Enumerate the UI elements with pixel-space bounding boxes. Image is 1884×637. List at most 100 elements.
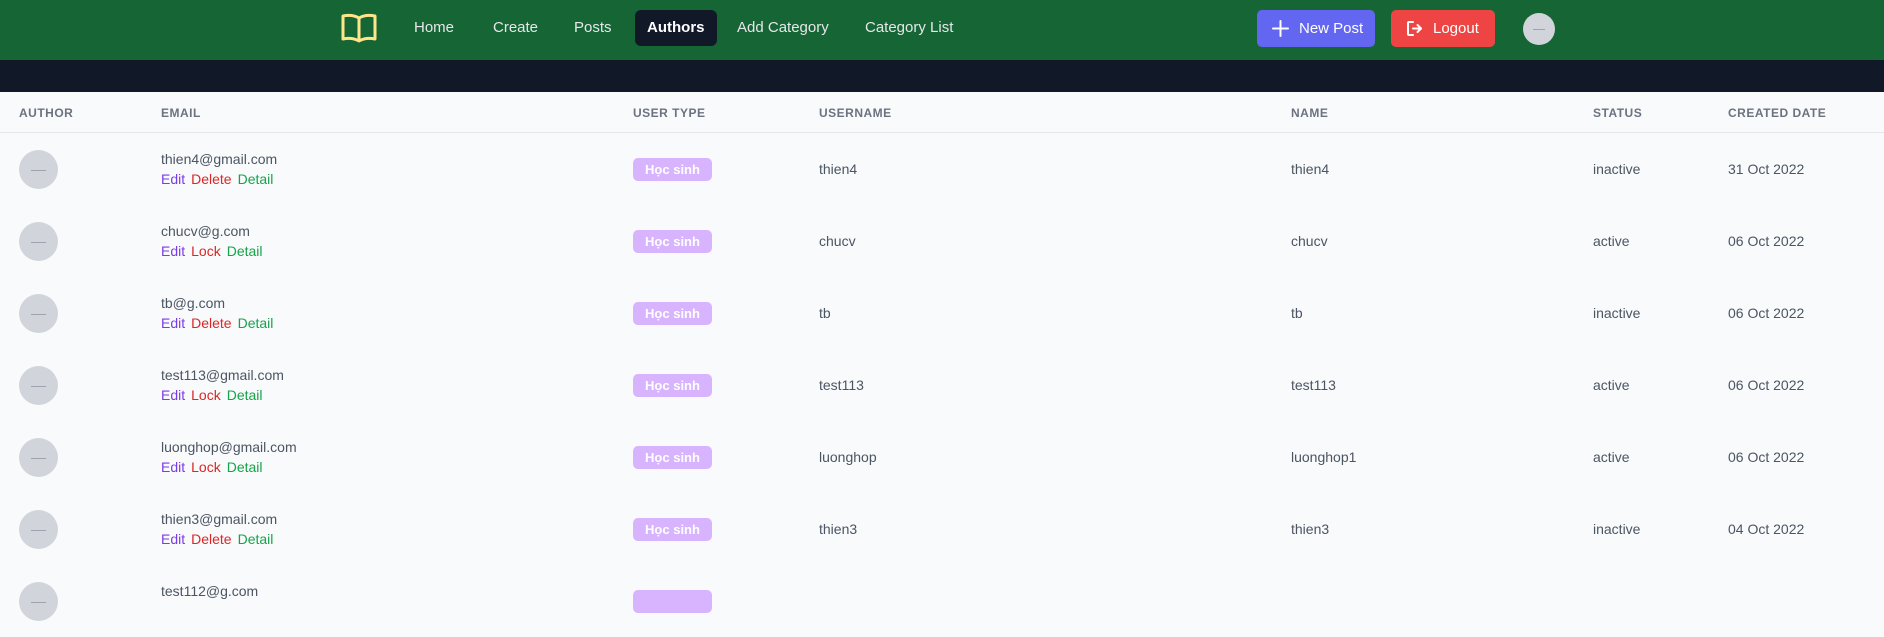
logout-button[interactable]: Logout: [1391, 10, 1495, 47]
edit-link[interactable]: Edit: [161, 531, 185, 547]
cell-name: thien3: [1291, 521, 1330, 537]
cell-created: 04 Oct 2022: [1728, 521, 1805, 537]
cell-status: active: [1593, 377, 1630, 393]
user-type-badge: Học sinh: [633, 518, 712, 541]
top-navbar: Home Create Posts Authors Add Category C…: [0, 0, 1884, 60]
author-email: test113@gmail.com: [161, 367, 284, 383]
edit-link[interactable]: Edit: [161, 459, 185, 475]
detail-link[interactable]: Detail: [238, 171, 274, 187]
table-row: luonghop@gmail.com Edit Lock Detail Học sinh…: [0, 421, 1884, 493]
author-avatar: [19, 366, 58, 405]
detail-link[interactable]: Detail: [227, 459, 263, 475]
cell-name: tb: [1291, 305, 1303, 321]
new-post-label: New Post: [1299, 20, 1364, 37]
cell-username: luonghop: [819, 449, 877, 465]
author-email: thien4@gmail.com: [161, 151, 278, 167]
nav-link-authors[interactable]: Authors: [635, 10, 717, 46]
author-avatar: [19, 294, 58, 333]
user-type-badge: Học sinh: [633, 374, 712, 397]
cell-name: luonghop1: [1291, 449, 1357, 465]
user-type-badge: Học sinh: [633, 158, 712, 181]
author-email: luonghop@gmail.com: [161, 439, 297, 455]
user-type-badge: Học sinh: [633, 230, 712, 253]
authors-table-body: thien4@gmail.com Edit Delete Detail Học sinh…: [0, 133, 1884, 637]
nav-link-home[interactable]: Home: [402, 10, 466, 46]
table-row: test112@g.com: [0, 565, 1884, 637]
author-avatar: [19, 510, 58, 549]
cell-username: tb: [819, 305, 831, 321]
table-header: AUTHOR EMAIL USER TYPE USERNAME NAME STA…: [0, 92, 1884, 133]
column-header-status: STATUS: [1593, 106, 1643, 120]
column-header-author: AUTHOR: [19, 106, 74, 120]
author-avatar: [19, 438, 58, 477]
row-actions: Edit Delete Detail: [161, 315, 279, 331]
column-header-username: USERNAME: [819, 106, 892, 120]
edit-link[interactable]: Edit: [161, 387, 185, 403]
column-header-email: EMAIL: [161, 106, 201, 120]
cell-name: chucv: [1291, 233, 1328, 249]
cell-name: test113: [1291, 377, 1336, 393]
user-type-badge: Học sinh: [633, 302, 712, 325]
lock-link[interactable]: Lock: [191, 459, 221, 475]
cell-status: active: [1593, 449, 1630, 465]
cell-status: inactive: [1593, 521, 1641, 537]
table-row: thien4@gmail.com Edit Delete Detail Học sinh…: [0, 133, 1884, 205]
author-email: tb@g.com: [161, 295, 226, 311]
edit-link[interactable]: Edit: [161, 315, 185, 331]
table-row: test113@gmail.com Edit Lock Detail Học sinh t…: [0, 349, 1884, 421]
cell-created: 06 Oct 2022: [1728, 305, 1805, 321]
author-avatar: [19, 582, 58, 621]
cell-name: thien4: [1291, 161, 1330, 177]
cell-created: 06 Oct 2022: [1728, 449, 1805, 465]
nav-link-create[interactable]: Create: [481, 10, 550, 46]
delete-link[interactable]: Delete: [191, 315, 231, 331]
table-row: thien3@gmail.com Edit Delete Detail Học sinh…: [0, 493, 1884, 565]
nav-link-posts[interactable]: Posts: [562, 10, 624, 46]
cell-username: chucv: [819, 233, 856, 249]
page-header-band: [0, 60, 1884, 92]
plus-icon: [1272, 20, 1289, 37]
lock-link[interactable]: Lock: [191, 387, 221, 403]
row-actions: Edit Lock Detail: [161, 387, 269, 403]
column-header-user-type: USER TYPE: [633, 106, 706, 120]
user-type-badge: Học sinh: [633, 446, 712, 469]
edit-link[interactable]: Edit: [161, 243, 185, 259]
author-email: test112@g.com: [161, 583, 259, 599]
detail-link[interactable]: Detail: [227, 387, 263, 403]
cell-username: thien3: [819, 521, 858, 537]
table-row: chucv@g.com Edit Lock Detail Học sinh chucv ch…: [0, 205, 1884, 277]
new-post-button[interactable]: New Post: [1257, 10, 1375, 47]
delete-link[interactable]: Delete: [191, 171, 231, 187]
user-type-badge: [633, 590, 712, 613]
cell-status: active: [1593, 233, 1630, 249]
cell-created: 06 Oct 2022: [1728, 233, 1805, 249]
row-actions: Edit Delete Detail: [161, 531, 279, 547]
open-book-icon[interactable]: [340, 12, 378, 44]
column-header-created-date: CREATED DATE: [1728, 106, 1827, 120]
author-avatar: [19, 150, 58, 189]
cell-username: test113: [819, 377, 864, 393]
cell-status: inactive: [1593, 305, 1641, 321]
table-row: tb@g.com Edit Delete Detail Học sinh tb tb inac…: [0, 277, 1884, 349]
row-actions: Edit Delete Detail: [161, 171, 279, 187]
nav-link-category-list[interactable]: Category List: [853, 10, 965, 46]
logout-label: Logout: [1433, 20, 1479, 37]
author-avatar: [19, 222, 58, 261]
column-header-name: NAME: [1291, 106, 1329, 120]
delete-link[interactable]: Delete: [191, 531, 231, 547]
cell-username: thien4: [819, 161, 858, 177]
detail-link[interactable]: Detail: [238, 315, 274, 331]
author-email: thien3@gmail.com: [161, 511, 278, 527]
user-avatar[interactable]: [1523, 13, 1555, 45]
cell-created: 31 Oct 2022: [1728, 161, 1805, 177]
edit-link[interactable]: Edit: [161, 171, 185, 187]
cell-created: 06 Oct 2022: [1728, 377, 1805, 393]
cell-status: inactive: [1593, 161, 1641, 177]
logout-icon: [1407, 21, 1422, 36]
detail-link[interactable]: Detail: [238, 531, 274, 547]
nav-link-add-category[interactable]: Add Category: [725, 10, 841, 46]
lock-link[interactable]: Lock: [191, 243, 221, 259]
row-actions: Edit Lock Detail: [161, 459, 269, 475]
author-email: chucv@g.com: [161, 223, 250, 239]
detail-link[interactable]: Detail: [227, 243, 263, 259]
